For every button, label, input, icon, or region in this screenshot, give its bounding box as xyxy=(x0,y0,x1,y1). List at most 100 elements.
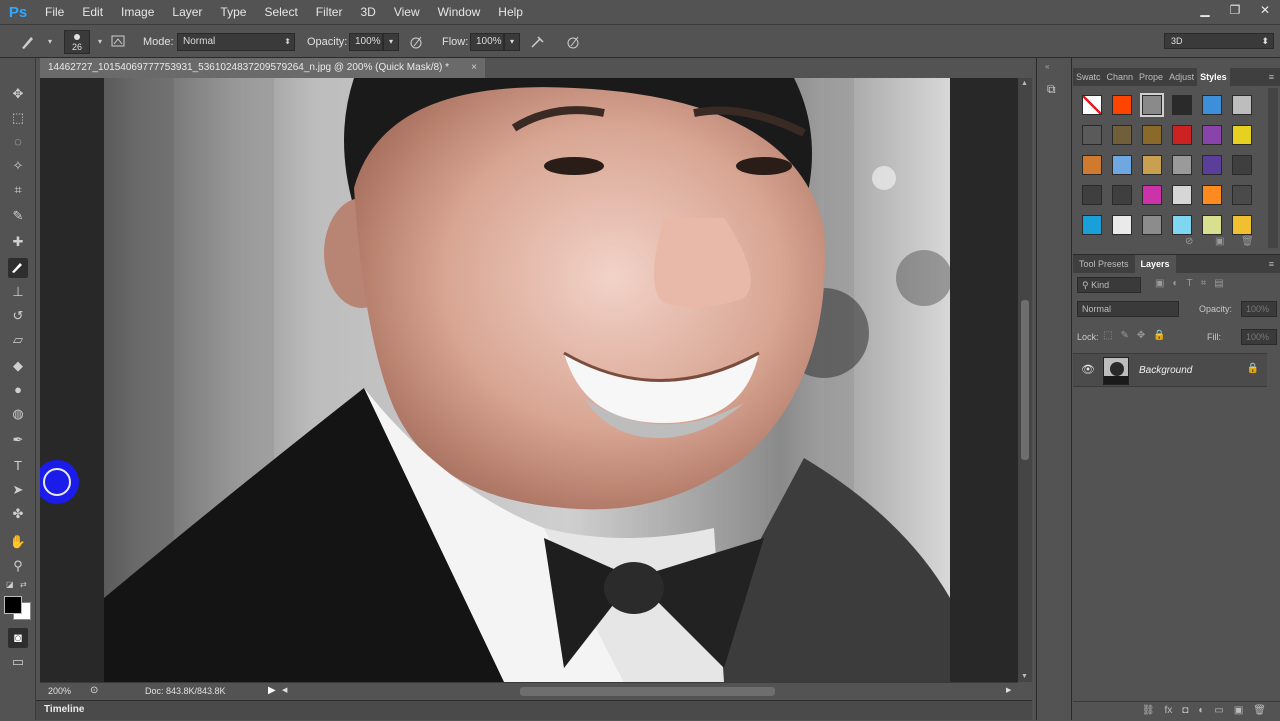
status-expand-icon[interactable]: ▶ xyxy=(268,685,276,696)
style-swatch[interactable] xyxy=(1172,215,1192,235)
lock-icons[interactable]: ⬚✎✥🔒 xyxy=(1103,330,1174,341)
trash-icon[interactable]: 🗑 xyxy=(1253,702,1266,721)
style-swatch[interactable] xyxy=(1112,215,1132,235)
layer-opacity-field[interactable]: 100% xyxy=(1241,301,1277,317)
style-swatch[interactable] xyxy=(1112,155,1132,175)
menu-3d[interactable]: 3D xyxy=(351,0,384,24)
style-swatch[interactable] xyxy=(1232,215,1252,235)
style-swatch[interactable] xyxy=(1172,185,1192,205)
scroll-left-icon[interactable]: ◀ xyxy=(282,686,287,694)
new-style-icon[interactable]: ▣ xyxy=(1215,236,1224,247)
marquee-tool-icon[interactable]: ⬚ xyxy=(8,108,28,128)
menu-window[interactable]: Window xyxy=(429,0,490,24)
style-swatch[interactable] xyxy=(1232,125,1252,145)
screen-mode-icon[interactable]: ▭ xyxy=(8,652,28,672)
style-swatch[interactable] xyxy=(1112,185,1132,205)
collapse-arrows-icon[interactable]: « xyxy=(1045,62,1049,71)
tab-adjustments[interactable]: Adjust xyxy=(1166,68,1197,86)
eye-icon[interactable]: 👁 xyxy=(1081,363,1095,376)
style-swatch[interactable] xyxy=(1140,93,1164,117)
tool-preset-dropdown[interactable]: ▾ xyxy=(40,33,60,51)
layer-name[interactable]: Background xyxy=(1139,365,1192,376)
style-swatch[interactable] xyxy=(1082,185,1102,205)
menu-select[interactable]: Select xyxy=(255,0,306,24)
dodge-tool-icon[interactable]: ◍ xyxy=(8,404,28,424)
opacity-dropdown[interactable]: ▾ xyxy=(383,33,399,51)
delete-style-icon[interactable]: 🗑 xyxy=(1241,236,1254,247)
tab-layers[interactable]: Layers xyxy=(1134,255,1176,273)
group-icon[interactable]: ▭ xyxy=(1214,702,1223,721)
flow-dropdown[interactable]: ▾ xyxy=(504,33,520,51)
eyedropper-tool-icon[interactable]: ✎ xyxy=(8,206,28,226)
style-swatch[interactable] xyxy=(1112,125,1132,145)
canvas-area[interactable] xyxy=(40,78,1018,682)
panel-menu-icon[interactable]: ≡ xyxy=(1266,255,1280,273)
airbrush-icon[interactable] xyxy=(528,33,548,51)
tab-properties[interactable]: Prope xyxy=(1136,68,1166,86)
brush-panel-icon[interactable] xyxy=(108,33,128,51)
pressure-size-icon[interactable] xyxy=(563,33,583,51)
style-swatch[interactable] xyxy=(1082,95,1102,115)
tab-tool-presets[interactable]: Tool Presets xyxy=(1073,255,1135,273)
minimize-button[interactable]: ▁ xyxy=(1190,0,1220,20)
menu-file[interactable]: File xyxy=(36,0,73,24)
swap-colors-icon[interactable]: ⇄ xyxy=(20,580,27,589)
adjustment-icon[interactable]: ◐ xyxy=(1198,702,1204,721)
style-swatch[interactable] xyxy=(1142,215,1162,235)
crop-tool-icon[interactable]: ⌗ xyxy=(8,180,28,200)
foreground-color-swatch[interactable] xyxy=(4,596,22,614)
pressure-opacity-icon[interactable] xyxy=(406,33,426,51)
styles-scrollbar[interactable] xyxy=(1268,88,1278,248)
scroll-right-icon[interactable]: ▶ xyxy=(1006,686,1011,694)
path-selection-tool-icon[interactable]: ➤ xyxy=(8,480,28,500)
history-panel-icon[interactable]: ⧉ xyxy=(1047,82,1063,98)
mask-icon[interactable]: ◘ xyxy=(1182,702,1188,721)
style-swatch[interactable] xyxy=(1202,155,1222,175)
workspace-select[interactable]: 3D ⬍ xyxy=(1164,33,1274,49)
style-swatch[interactable] xyxy=(1142,155,1162,175)
custom-shape-tool-icon[interactable]: ✤ xyxy=(8,504,28,524)
history-brush-tool-icon[interactable]: ↺ xyxy=(8,306,28,326)
style-swatch[interactable] xyxy=(1172,155,1192,175)
blur-tool-icon[interactable]: ● xyxy=(8,380,28,400)
zoom-tool-icon[interactable]: ⚲ xyxy=(8,556,28,576)
menu-help[interactable]: Help xyxy=(489,0,532,24)
style-swatch[interactable] xyxy=(1172,95,1192,115)
style-swatch[interactable] xyxy=(1232,95,1252,115)
blend-mode-select[interactable]: Normal xyxy=(1077,301,1179,317)
scroll-down-icon[interactable]: ▼ xyxy=(1021,673,1028,680)
style-swatch[interactable] xyxy=(1112,95,1132,115)
type-tool-icon[interactable]: T xyxy=(8,456,28,476)
menu-view[interactable]: View xyxy=(385,0,429,24)
new-layer-icon[interactable]: ▣ xyxy=(1234,702,1243,721)
style-swatch[interactable] xyxy=(1202,125,1222,145)
vertical-scroll-thumb[interactable] xyxy=(1021,300,1029,460)
healing-brush-tool-icon[interactable]: ✚ xyxy=(8,232,28,252)
brush-preset-dropdown[interactable]: ▾ xyxy=(90,33,110,51)
paint-bucket-tool-icon[interactable]: ◆ xyxy=(8,356,28,376)
close-tab-icon[interactable]: × xyxy=(471,58,477,78)
layer-filter-icons[interactable]: ▣◐T⌗▤ xyxy=(1155,278,1232,289)
style-swatch[interactable] xyxy=(1142,185,1162,205)
fill-field[interactable]: 100% xyxy=(1241,329,1277,345)
tab-swatches[interactable]: Swatc xyxy=(1073,68,1104,86)
tab-styles[interactable]: Styles xyxy=(1197,68,1230,86)
tab-channels[interactable]: Chann xyxy=(1104,68,1137,86)
style-swatch[interactable] xyxy=(1202,95,1222,115)
horizontal-scroll-thumb[interactable] xyxy=(520,687,775,696)
document-tab[interactable]: 14462727_10154069777753931_5361024837209… xyxy=(40,58,485,78)
default-colors-icon[interactable]: ◪ xyxy=(6,580,14,589)
scroll-up-icon[interactable]: ▲ xyxy=(1021,80,1028,87)
fx-icon[interactable]: fx xyxy=(1165,702,1173,721)
menu-image[interactable]: Image xyxy=(112,0,163,24)
menu-edit[interactable]: Edit xyxy=(73,0,112,24)
brush-preset-picker[interactable]: 26 xyxy=(64,30,90,54)
link-icon[interactable]: ⛓ xyxy=(1142,702,1155,721)
layer-filter-kind[interactable]: ⚲ Kind xyxy=(1077,277,1141,293)
lasso-tool-icon[interactable]: ◌ xyxy=(8,132,28,152)
clear-style-icon[interactable]: ⊘ xyxy=(1185,236,1193,247)
close-button[interactable]: ✕ xyxy=(1250,0,1280,20)
zoom-level[interactable]: 200% xyxy=(48,686,71,696)
eraser-tool-icon[interactable]: ▱ xyxy=(8,330,28,350)
photo-image[interactable] xyxy=(104,78,950,682)
